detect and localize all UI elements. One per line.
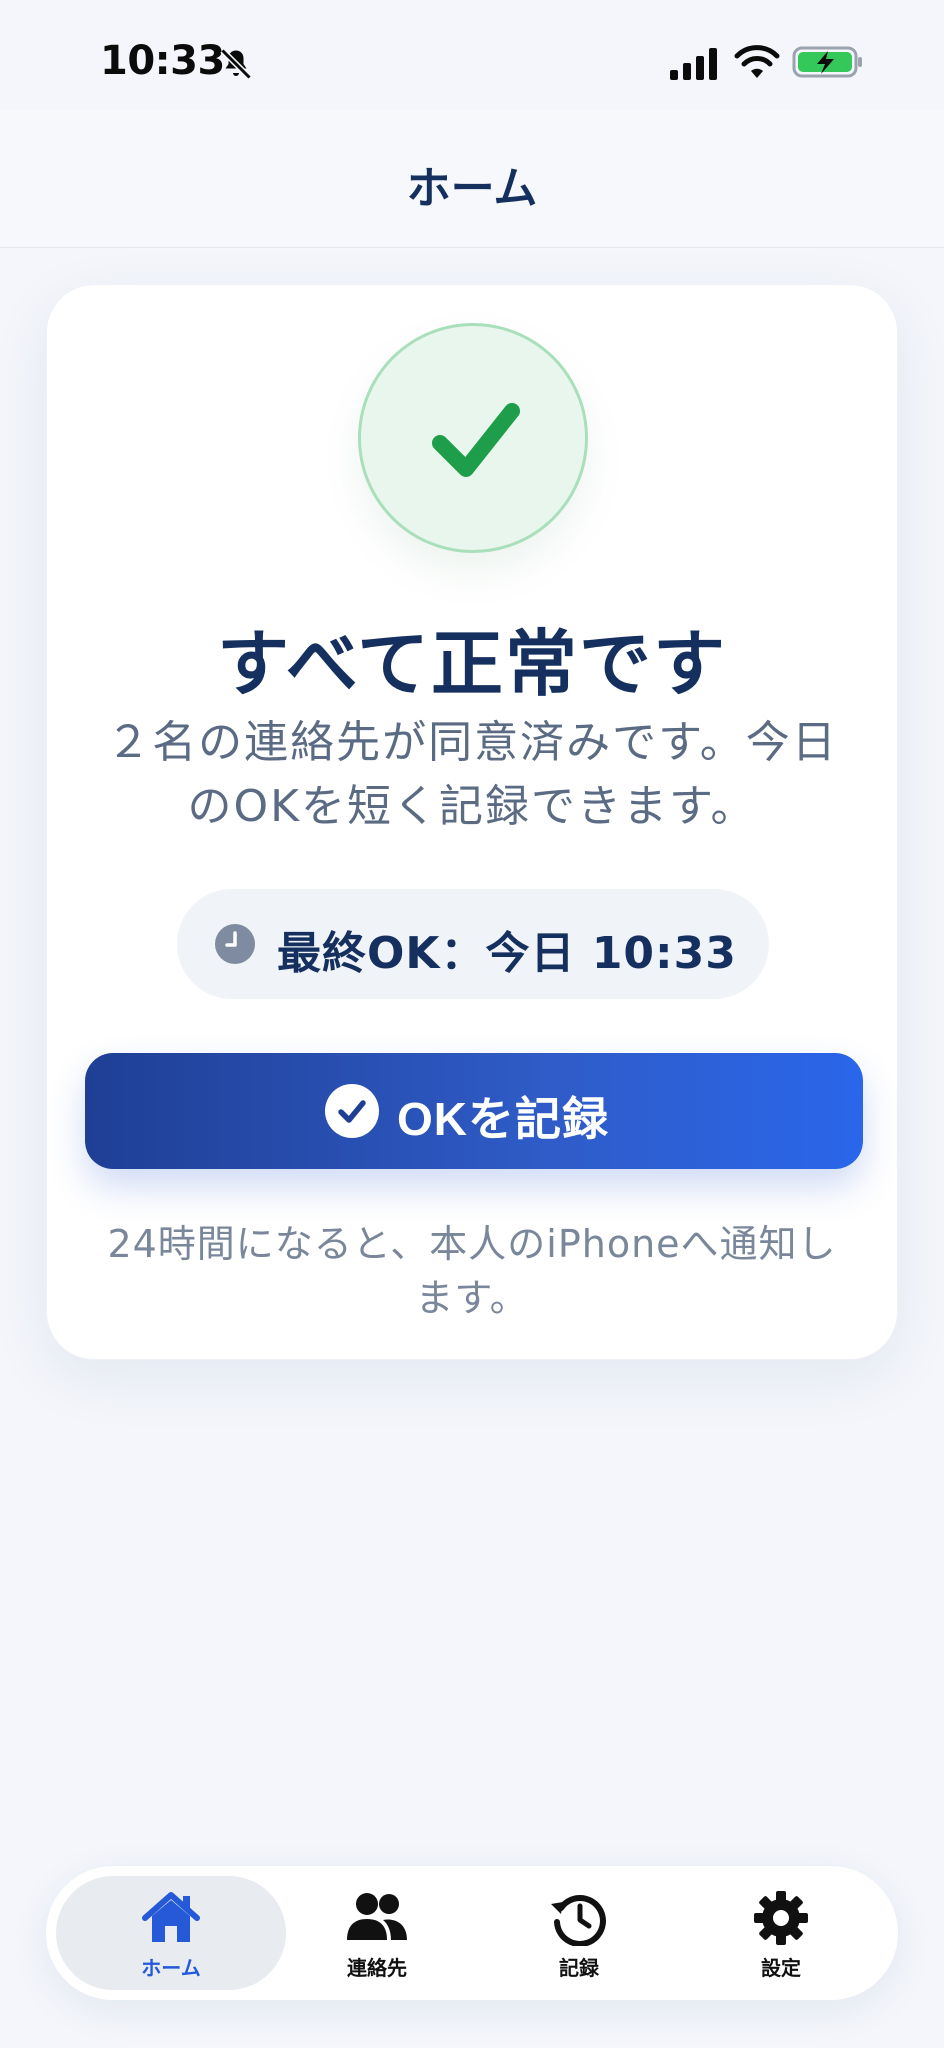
people-icon: [347, 1893, 407, 1940]
status-title: すべて正常です: [216, 622, 728, 706]
tab-label: 連絡先: [347, 1956, 407, 1980]
wifi-icon: [734, 45, 780, 78]
gear-icon: [754, 1891, 808, 1945]
tab-label: ホーム: [141, 1956, 201, 1980]
tab-label: 記録: [559, 1956, 599, 1980]
history-icon: [551, 1895, 606, 1946]
battery-charging-icon: [792, 46, 862, 78]
checkmark-icon: [432, 403, 520, 477]
tab-history[interactable]: 記録: [464, 1876, 694, 1990]
status-description: ２名の連絡先が同意済みです。今日のOKを短く記録できます。: [106, 717, 838, 832]
last-ok-indicator: 最終OK：今日 10:33: [177, 889, 769, 999]
clock-icon: [215, 924, 255, 964]
tab-home[interactable]: ホーム: [56, 1876, 286, 1990]
bell-off-icon: [220, 48, 252, 80]
status-card: すべて正常です ２名の連絡先が同意済みです。今日のOKを短く記録できます。 最終…: [46, 284, 898, 1360]
tab-bar: ホーム 連絡先 記録 設定: [46, 1866, 898, 2000]
tab-settings[interactable]: 設定: [666, 1876, 896, 1990]
notification-note: 24時間になると、本人のiPhoneへ通知します。: [107, 1222, 837, 1320]
signal-icon: [670, 48, 717, 80]
record-ok-label: OKを記録: [397, 1093, 609, 1145]
record-ok-button[interactable]: OKを記録: [85, 1053, 863, 1169]
tab-label: 設定: [761, 1956, 801, 1980]
status-time: 10:33: [100, 38, 225, 84]
home-icon: [142, 1892, 200, 1942]
check-circle-icon: [325, 1084, 379, 1138]
nav-header: ホーム: [0, 110, 944, 248]
last-ok-text: 最終OK：今日 10:33: [277, 928, 737, 979]
tab-contacts[interactable]: 連絡先: [262, 1876, 492, 1990]
status-bar: 10:33: [0, 0, 944, 110]
status-check-badge: [358, 323, 588, 553]
page-title: ホーム: [406, 163, 538, 214]
